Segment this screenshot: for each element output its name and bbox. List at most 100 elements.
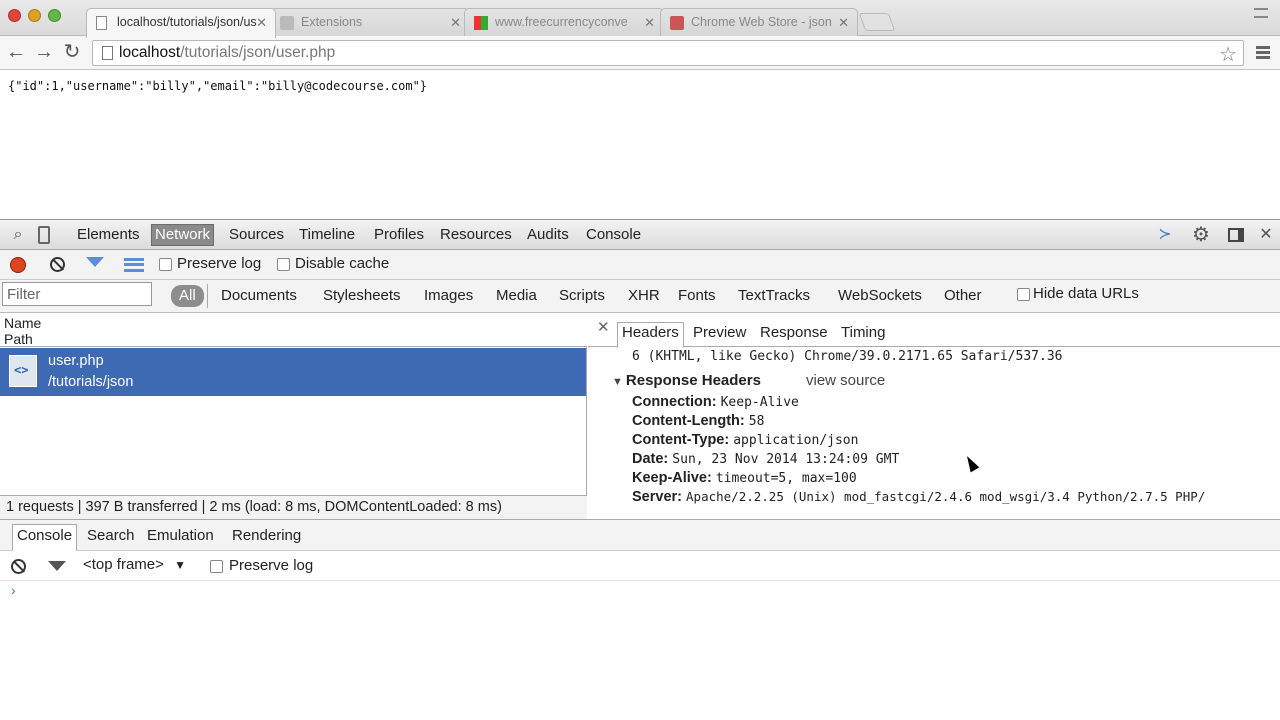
minimize-window-button[interactable]	[28, 9, 41, 22]
view-source-link[interactable]: view source	[806, 372, 885, 389]
column-name-header[interactable]: Name	[4, 315, 41, 331]
request-list-header: Name Path	[0, 313, 587, 347]
search-icon[interactable]: ⌕	[9, 226, 27, 244]
close-tab-icon[interactable]: ✕	[450, 9, 461, 36]
large-rows-icon[interactable]	[124, 258, 144, 272]
context-selector[interactable]: <top frame> ▼	[83, 556, 186, 573]
close-devtools-icon[interactable]: ✕	[1257, 226, 1275, 244]
devtools-toolbar: ⌕ Elements Network Sources Timeline Prof…	[0, 220, 1280, 250]
header-key: Content-Length:	[632, 413, 745, 429]
details-tab-timing[interactable]: Timing	[838, 324, 888, 346]
type-filter-all[interactable]: All	[171, 285, 204, 307]
type-filter-stylesheets[interactable]: Stylesheets	[321, 285, 403, 307]
panel-tab-elements[interactable]: Elements	[74, 226, 143, 248]
type-filter-texttracks[interactable]: TextTracks	[736, 285, 812, 307]
fullscreen-icon[interactable]	[1254, 8, 1268, 18]
close-window-button[interactable]	[8, 9, 21, 22]
device-mode-icon[interactable]	[38, 226, 50, 244]
close-tab-icon[interactable]: ✕	[838, 9, 849, 36]
console-prompt-icon[interactable]: ›	[11, 582, 16, 598]
details-tab-headers[interactable]: Headers	[617, 322, 684, 348]
record-button[interactable]	[10, 257, 26, 273]
panel-tab-sources[interactable]: Sources	[226, 226, 287, 248]
header-key: Keep-Alive:	[632, 470, 712, 486]
forward-icon[interactable]: →	[33, 41, 55, 63]
drawer-tab-emulation[interactable]: Emulation	[144, 527, 217, 549]
drawer-tab-console[interactable]: Console	[12, 524, 78, 551]
column-path-header[interactable]: Path	[4, 331, 33, 347]
close-tab-icon[interactable]: ✕	[256, 9, 267, 36]
section-title: Response Headers	[625, 372, 761, 389]
expanded-triangle-icon: ▼	[612, 376, 623, 388]
browser-tab-webstore[interactable]: Chrome Web Store - json ✕	[660, 8, 858, 37]
hide-data-urls-checkbox[interactable]	[1017, 288, 1030, 301]
reload-icon[interactable]: ↻	[61, 41, 83, 63]
header-line: Content-Length: 58	[632, 413, 764, 429]
preserve-log-checkbox[interactable]	[159, 258, 172, 271]
preserve-log-label: Preserve log	[177, 255, 262, 272]
clear-console-icon[interactable]	[11, 559, 26, 574]
browser-tab-localhost[interactable]: localhost/tutorials/json/us ✕	[86, 8, 276, 38]
menu-icon[interactable]	[1256, 46, 1270, 59]
panel-tab-network[interactable]: Network	[151, 224, 215, 246]
network-toolbar: Preserve log Disable cache	[0, 250, 1280, 280]
json-response-text: {"id":1,"username":"billy","email":"bill…	[8, 79, 428, 93]
panel-tab-timeline[interactable]: Timeline	[296, 226, 358, 248]
header-line: Server: Apache/2.2.25 (Unix) mod_fastcgi…	[632, 489, 1205, 505]
disable-cache-label: Disable cache	[295, 255, 390, 272]
browser-tab-extensions[interactable]: Extensions ✕	[270, 8, 470, 37]
details-tab-preview[interactable]: Preview	[690, 324, 749, 346]
type-filter-media[interactable]: Media	[494, 285, 539, 307]
clear-icon[interactable]	[50, 257, 65, 272]
type-filter-fonts[interactable]: Fonts	[676, 285, 718, 307]
header-line: Content-Type: application/json	[632, 432, 858, 448]
panel-tab-resources[interactable]: Resources	[437, 226, 515, 248]
request-row[interactable]: user.php /tutorials/json	[0, 348, 586, 396]
drawer-tab-search[interactable]: Search	[84, 527, 138, 549]
gear-icon[interactable]: ⚙	[1192, 225, 1210, 245]
type-filter-xhr[interactable]: XHR	[626, 285, 662, 307]
zoom-window-button[interactable]	[48, 9, 61, 22]
page-icon	[96, 16, 107, 30]
response-headers-toggle[interactable]: ▼ Response Headers	[612, 372, 761, 389]
filter-input[interactable]	[2, 282, 152, 306]
dropdown-triangle-icon: ▼	[174, 558, 186, 572]
browser-tab-currency[interactable]: www.freecurrencyconve ✕	[464, 8, 664, 37]
page-icon	[102, 46, 113, 60]
details-tab-response[interactable]: Response	[757, 324, 831, 346]
show-console-icon[interactable]: ≻	[1156, 226, 1174, 244]
type-filter-other[interactable]: Other	[942, 285, 984, 307]
puzzle-icon	[280, 16, 294, 30]
filter-icon[interactable]	[86, 257, 104, 267]
header-key: Content-Type:	[632, 432, 730, 448]
tab-label: localhost/tutorials/json/us	[117, 15, 257, 29]
dock-side-icon[interactable]	[1228, 228, 1244, 242]
type-filter-websockets[interactable]: WebSockets	[836, 285, 924, 307]
details-tabbar: ✕ Headers Preview Response Timing	[588, 313, 1280, 348]
panel-tab-audits[interactable]: Audits	[524, 226, 572, 248]
new-tab-button[interactable]	[858, 13, 896, 31]
header-line: Date: Sun, 23 Nov 2014 13:24:09 GMT	[632, 451, 899, 467]
currency-site-icon	[474, 16, 488, 30]
back-icon[interactable]: ←	[5, 41, 27, 63]
bookmark-star-icon[interactable]: ☆	[1219, 42, 1237, 67]
header-value: 6 (KHTML, like Gecko) Chrome/39.0.2171.6…	[632, 349, 1063, 364]
filter-icon[interactable]	[48, 561, 66, 571]
drawer-tab-rendering[interactable]: Rendering	[229, 527, 304, 549]
header-line: Connection: Keep-Alive	[632, 394, 799, 410]
network-summary: 1 requests | 397 B transferred | 2 ms (l…	[0, 495, 587, 519]
panel-tab-profiles[interactable]: Profiles	[371, 226, 427, 248]
close-details-icon[interactable]: ✕	[597, 318, 610, 336]
user-agent-tail: 6 (KHTML, like Gecko) Chrome/39.0.2171.6…	[632, 348, 1062, 364]
close-tab-icon[interactable]: ✕	[644, 9, 655, 36]
header-value: Keep-Alive	[720, 395, 799, 410]
type-filter-images[interactable]: Images	[422, 285, 475, 307]
disable-cache-checkbox[interactable]	[277, 258, 290, 271]
address-bar[interactable]: localhost/tutorials/json/user.php ☆	[92, 40, 1244, 66]
devtools: ⌕ Elements Network Sources Timeline Prof…	[0, 219, 1280, 720]
console-preserve-log-checkbox[interactable]	[210, 560, 223, 573]
panel-tab-console[interactable]: Console	[583, 226, 644, 248]
url-text[interactable]: localhost/tutorials/json/user.php	[119, 44, 335, 62]
type-filter-scripts[interactable]: Scripts	[557, 285, 607, 307]
type-filter-documents[interactable]: Documents	[219, 285, 299, 307]
